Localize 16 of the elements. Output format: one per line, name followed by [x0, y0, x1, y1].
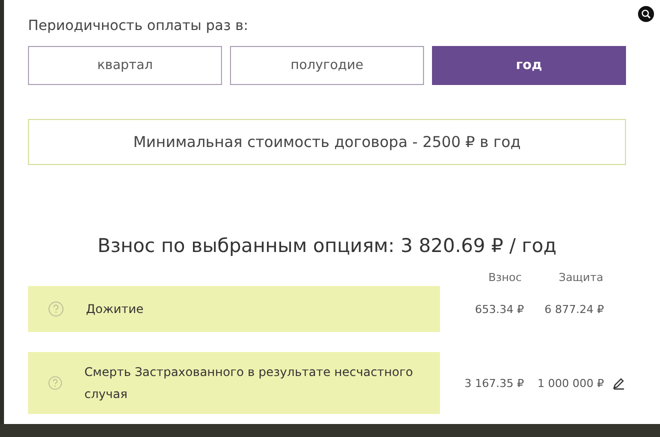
period-option[interactable]: квартал	[28, 46, 222, 85]
period-option[interactable]: полугодие	[230, 46, 424, 85]
period-option[interactable]: год	[432, 46, 626, 85]
option-name: Дожитие	[86, 301, 144, 318]
cover-value: 6 877.24 ₽	[544, 302, 604, 316]
column-header: Взнос	[487, 271, 523, 284]
fee-value: 653.34 ₽	[474, 302, 524, 316]
zoom-icon[interactable]	[638, 6, 654, 22]
pencil-icon[interactable]	[612, 376, 626, 390]
column-header: Защита	[558, 271, 604, 284]
cover-value: 1 000 000 ₽	[536, 376, 604, 390]
option-name: Смерть Застрахованного в результате несчастного случая	[84, 364, 414, 403]
total-fee: Взнос по выбранным опциям: 3 820.69 ₽ / год	[96, 235, 558, 257]
min-cost-notice: Минимальная стоимость договора - 2500 ₽ в год	[28, 119, 626, 165]
period-label: Периодичность оплаты раз в:	[28, 18, 250, 34]
fee-value: 3 167.35 ₽	[464, 376, 524, 390]
